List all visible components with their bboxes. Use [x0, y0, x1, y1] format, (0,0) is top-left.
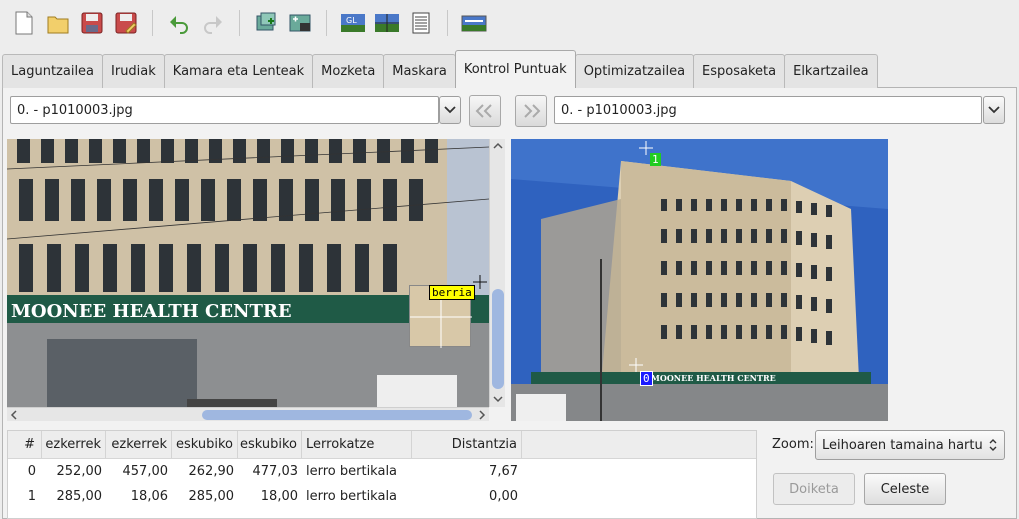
- tab-control-points[interactable]: Kontrol Puntuak: [454, 50, 576, 88]
- column-header-left-x[interactable]: ezkerrek: [42, 431, 106, 458]
- crosshair-icon: [629, 358, 643, 372]
- table-cell: 457,00: [122, 464, 169, 479]
- add-control-points-icon[interactable]: [286, 9, 314, 37]
- tab-crop[interactable]: Mozketa: [312, 54, 385, 88]
- table-cell: 0,00: [489, 489, 518, 504]
- right-image-select-value: 0. - p1010003.jpg: [561, 102, 677, 118]
- point-marker-0[interactable]: 0: [640, 371, 653, 386]
- left-image-dropdown-button[interactable]: [439, 96, 461, 124]
- left-horizontal-scrollbar[interactable]: [7, 407, 489, 421]
- toolbar: GL: [0, 0, 1019, 46]
- svg-text:MOONEE HEALTH CENTRE: MOONEE HEALTH CENTRE: [11, 301, 292, 322]
- table-cell: lerro bertikala: [306, 464, 398, 479]
- table-cell: 18,00: [260, 489, 298, 504]
- table-header: # ezkerrek ezkerrek eskubiko eskubiko Le…: [8, 431, 756, 459]
- celeste-button[interactable]: Celeste: [864, 473, 946, 505]
- save-icon[interactable]: [78, 9, 106, 37]
- chevron-down-icon: [988, 106, 1000, 114]
- opengl-preview-icon[interactable]: GL: [339, 9, 367, 37]
- scroll-down-icon[interactable]: [491, 394, 505, 404]
- table-cell: 7,67: [489, 464, 518, 479]
- point-marker-1[interactable]: 1: [650, 153, 661, 166]
- arrow-left-icon: [475, 104, 492, 118]
- toolbar-separator: [152, 10, 153, 36]
- left-image-select-value: 0. - p1010003.jpg: [17, 102, 133, 118]
- previous-image-button[interactable]: [469, 95, 501, 127]
- fine-tune-button[interactable]: Doiketa: [773, 473, 855, 505]
- chevron-down-icon: [444, 106, 456, 114]
- tab-images[interactable]: Irudiak: [102, 54, 165, 88]
- toolbar-separator: [326, 10, 327, 36]
- svg-text:MOONEE HEALTH CENTRE: MOONEE HEALTH CENTRE: [651, 373, 776, 383]
- column-header-alignment[interactable]: Lerrokatze: [302, 431, 412, 458]
- table-cell: 18,06: [130, 489, 168, 504]
- table-cell: 262,90: [188, 464, 235, 479]
- left-vertical-scrollbar[interactable]: [489, 139, 505, 407]
- updown-chevron-icon: [989, 439, 997, 451]
- undo-icon[interactable]: [165, 9, 193, 37]
- zoom-label: Zoom:: [772, 437, 814, 452]
- horizontal-scroll-thumb[interactable]: [202, 410, 472, 420]
- preview-icon[interactable]: [373, 9, 401, 37]
- column-header-left-y[interactable]: ezkerrek: [106, 431, 172, 458]
- tab-stitcher[interactable]: Elkartzailea: [784, 54, 878, 88]
- left-image-select[interactable]: 0. - p1010003.jpg: [10, 96, 439, 124]
- right-image-canvas[interactable]: MOONEE HEALTH CENTRE 1 0: [511, 139, 888, 421]
- zoom-select-value: Leihoaren tamaina hartu: [822, 437, 982, 453]
- left-image-canvas[interactable]: MOONEE HEALTH CENTRE berria: [7, 139, 489, 407]
- control-points-table: # ezkerrek ezkerrek eskubiko eskubiko Le…: [7, 430, 757, 519]
- new-file-icon[interactable]: [10, 9, 38, 37]
- new-point-marker: berria: [429, 285, 475, 300]
- svg-text:GL: GL: [346, 16, 357, 25]
- tab-optimizer[interactable]: Optimizatzailea: [574, 54, 695, 88]
- table-cell: 285,00: [188, 489, 235, 504]
- table-cell: 252,00: [56, 464, 103, 479]
- save-as-icon[interactable]: [112, 9, 140, 37]
- table-cell: 477,03: [252, 464, 299, 479]
- tab-bar: Laguntzailea Irudiak Kamara eta Lenteak …: [2, 50, 878, 88]
- redo-icon[interactable]: [199, 9, 227, 37]
- column-header-right-y[interactable]: eskubiko: [238, 431, 302, 458]
- right-building-photo: MOONEE HEALTH CENTRE: [511, 139, 888, 421]
- table-row[interactable]: 1 285,00 18,06 285,00 18,00 lerro bertik…: [8, 484, 756, 509]
- table-icon[interactable]: [407, 9, 435, 37]
- scroll-left-icon[interactable]: [9, 409, 19, 421]
- right-image-dropdown-button[interactable]: [983, 96, 1005, 124]
- open-folder-icon[interactable]: [44, 9, 72, 37]
- arrow-right-icon: [524, 104, 541, 118]
- column-header-number[interactable]: #: [8, 431, 42, 458]
- right-image-select[interactable]: 0. - p1010003.jpg: [554, 96, 982, 124]
- column-header-distance[interactable]: Distantzia: [412, 431, 522, 458]
- table-cell: 0: [27, 464, 36, 479]
- column-header-right-x[interactable]: eskubiko: [172, 431, 238, 458]
- tab-camera-lens[interactable]: Kamara eta Lenteak: [163, 54, 314, 88]
- left-building-photo: MOONEE HEALTH CENTRE: [7, 139, 489, 407]
- add-image-icon[interactable]: [252, 9, 280, 37]
- vertical-scroll-thumb[interactable]: [492, 289, 504, 389]
- table-cell: lerro bertikala: [306, 489, 398, 504]
- tab-assistant[interactable]: Laguntzailea: [2, 54, 104, 88]
- scroll-right-icon[interactable]: [477, 409, 487, 421]
- table-cell: 1: [27, 489, 36, 504]
- table-cell: 285,00: [56, 489, 103, 504]
- toolbar-separator: [239, 10, 240, 36]
- panorama-icon[interactable]: [460, 9, 488, 37]
- tab-exposure[interactable]: Esposaketa: [693, 54, 786, 88]
- tab-mask[interactable]: Maskara: [383, 54, 456, 88]
- next-image-button[interactable]: [515, 95, 547, 127]
- crosshair-icon: [473, 275, 487, 289]
- scroll-up-icon[interactable]: [491, 141, 505, 151]
- table-row[interactable]: 0 252,00 457,00 262,90 477,03 lerro bert…: [8, 459, 756, 484]
- toolbar-separator: [447, 10, 448, 36]
- zoom-select[interactable]: Leihoaren tamaina hartu: [815, 430, 1005, 460]
